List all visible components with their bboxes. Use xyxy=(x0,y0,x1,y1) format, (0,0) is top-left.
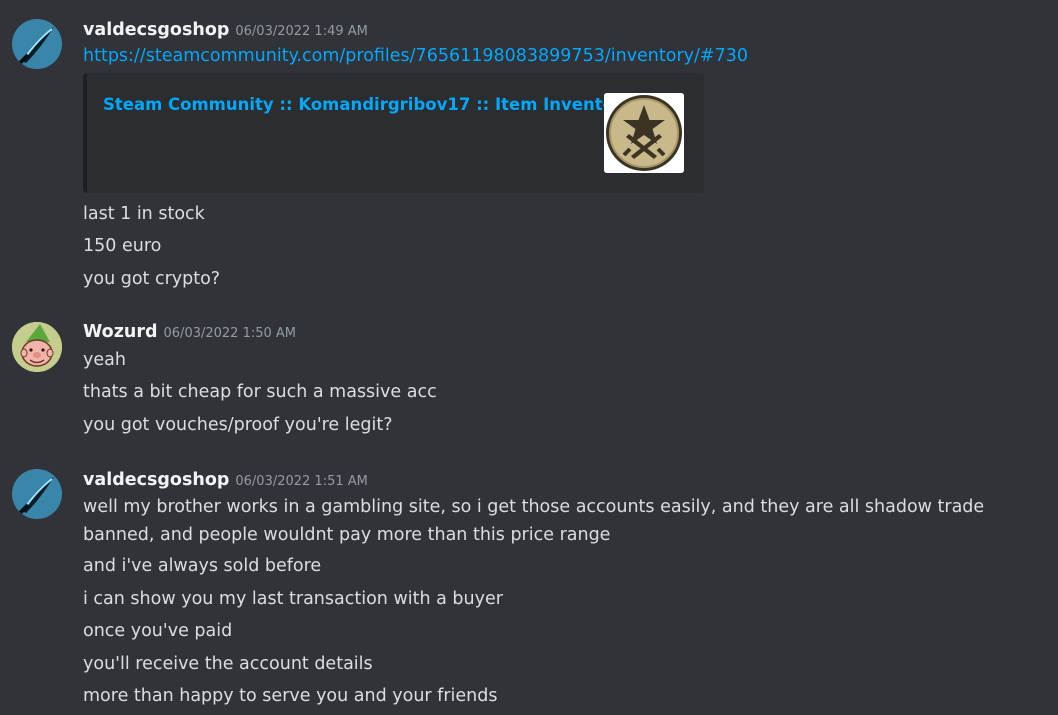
embed-title[interactable]: Steam Community :: Komandirgribov17 :: I… xyxy=(103,95,633,114)
timestamp[interactable]: 06/03/2022 1:50 AM xyxy=(164,326,297,341)
message-text: you got vouches/proof you're legit? xyxy=(83,415,393,435)
username[interactable]: valdecsgoshop xyxy=(83,20,229,40)
message-text: you'll receive the account details xyxy=(83,654,373,674)
timestamp[interactable]: 06/03/2022 1:49 AM xyxy=(235,24,368,39)
message-header: valdecsgoshop 06/03/2022 1:49 AM xyxy=(83,20,368,40)
avatar[interactable] xyxy=(12,469,62,519)
message-text: more than happy to serve you and your fr… xyxy=(83,686,498,706)
message-text: https://steamcommunity.com/profiles/7656… xyxy=(83,46,748,66)
blade-avatar-icon xyxy=(12,469,62,519)
message-text: 150 euro xyxy=(83,236,162,256)
gnome-avatar-icon xyxy=(12,322,62,372)
embed-thumbnail[interactable] xyxy=(604,93,684,173)
message-text: yeah xyxy=(83,350,126,370)
avatar[interactable] xyxy=(12,322,62,372)
link-embed: Steam Community :: Komandirgribov17 :: I… xyxy=(83,73,704,193)
timestamp[interactable]: 06/03/2022 1:51 AM xyxy=(235,474,368,489)
chat-messages: valdecsgoshop 06/03/2022 1:49 AM https://… xyxy=(0,0,1058,715)
message-text: and i've always sold before xyxy=(83,556,322,576)
message-header: Wozurd 06/03/2022 1:50 AM xyxy=(83,322,296,342)
message-text: well my brother works in a gambling site… xyxy=(83,497,985,545)
inventory-link[interactable]: https://steamcommunity.com/profiles/7656… xyxy=(83,46,748,66)
message-header: valdecsgoshop 06/03/2022 1:51 AM xyxy=(83,470,368,490)
message-text: last 1 in stock xyxy=(83,204,205,224)
avatar[interactable] xyxy=(12,19,62,69)
message-text: i can show you my last transaction with … xyxy=(83,589,503,609)
message-text: thats a bit cheap for such a massive acc xyxy=(83,382,437,402)
username[interactable]: valdecsgoshop xyxy=(83,470,229,490)
csgo-logo-icon xyxy=(604,93,684,173)
message-text: once you've paid xyxy=(83,621,233,641)
username[interactable]: Wozurd xyxy=(83,322,158,342)
blade-avatar-icon xyxy=(12,19,62,69)
message-text: you got crypto? xyxy=(83,269,221,289)
